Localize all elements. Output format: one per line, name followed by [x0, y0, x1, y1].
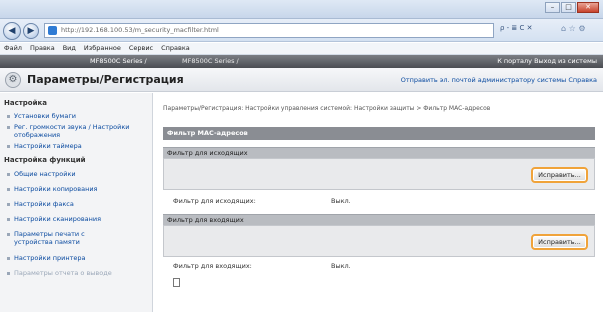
sidebar-item-printer[interactable]: Настройки принтера [7, 254, 148, 262]
sidebar-item-label: Параметры печати с устройства памяти [14, 230, 85, 246]
outgoing-filter-value: Выкл. [331, 197, 351, 205]
maximize-button[interactable]: □ [561, 2, 576, 13]
sidebar-item-scan[interactable]: Настройки сканирования [7, 215, 148, 223]
close-button[interactable]: ✕ [577, 2, 599, 13]
device-bar: MF8500C Series / MF8500C Series / К порт… [0, 55, 603, 68]
menu-file[interactable]: Файл [4, 43, 22, 54]
home-favorites-settings-icons[interactable]: ⌂ ☆ ⚙ [561, 24, 586, 33]
incoming-filter-value: Выкл. [331, 262, 351, 270]
outgoing-filter-label: Фильтр для исходящих: [173, 197, 256, 205]
main-content: Параметры/Регистрация: Настройки управле… [159, 93, 599, 312]
menu-favorites[interactable]: Избранное [84, 43, 121, 54]
sidebar-item-label: Настройки принтера [14, 254, 86, 262]
sidebar-section-setup: Настройка [4, 99, 47, 107]
address-url: http://192.168.100.53/m_security_macfilt… [61, 26, 219, 34]
browser-menubar: Файл Правка Вид Избранное Сервис Справка [0, 43, 603, 55]
menu-view[interactable]: Вид [63, 43, 76, 54]
sidebar-item-label: Рег. громкости звука / Настройки отображ… [14, 123, 130, 139]
back-icon[interactable]: ◀ [3, 22, 21, 40]
sidebar-item-memory-print[interactable]: Параметры печати с устройства памяти [7, 230, 118, 246]
sidebar-item-label: Параметры отчета о выводе [14, 269, 112, 277]
menu-help[interactable]: Справка [161, 43, 190, 54]
section-title-mac-filter: Фильтр MAC-адресов [163, 127, 595, 140]
outgoing-filter-header: Фильтр для исходящих [163, 147, 595, 158]
sidebar-item-label: Общие настройки [14, 170, 76, 178]
sidebar-item-volume-display[interactable]: Рег. громкости звука / Настройки отображ… [7, 123, 148, 139]
sidebar-item-timer[interactable]: Настройки таймера [7, 142, 148, 150]
incoming-filter-panel: Исправить... [163, 225, 595, 257]
incoming-filter-header: Фильтр для входящих [163, 214, 595, 225]
sidebar-item-label: Настройки сканирования [14, 215, 102, 223]
page-header: ⚙ Параметры/Регистрация Отправить эл. по… [0, 68, 603, 92]
browser-titlebar: – □ ✕ [0, 0, 603, 19]
edit-outgoing-button[interactable]: Исправить... [531, 167, 588, 183]
sidebar-item-paper[interactable]: Установки бумаги [7, 112, 148, 120]
outgoing-filter-panel: Исправить... [163, 158, 595, 190]
sidebar-item-copy[interactable]: Настройки копирования [7, 185, 148, 193]
breadcrumb: Параметры/Регистрация: Настройки управле… [163, 105, 491, 112]
site-icon [48, 26, 57, 35]
sidebar-item-fax[interactable]: Настройки факса [7, 200, 148, 208]
page-icon[interactable] [173, 278, 180, 287]
menu-edit[interactable]: Правка [30, 43, 55, 54]
minimize-button[interactable]: – [545, 2, 560, 13]
menu-tools[interactable]: Сервис [129, 43, 153, 54]
edit-incoming-button[interactable]: Исправить... [531, 234, 588, 250]
window-controls: – □ ✕ [545, 2, 599, 13]
sidebar-item-label: Настройки факса [14, 200, 74, 208]
portal-logout-links[interactable]: К порталу Выход из системы [497, 55, 597, 68]
page-title: Параметры/Регистрация [27, 73, 184, 86]
sidebar: Настройка Установки бумаги Рег. громкост… [0, 93, 153, 312]
header-links[interactable]: Отправить эл. почтой администратору сист… [401, 76, 597, 84]
device-model-path: MF8500C Series / [182, 57, 239, 65]
sidebar-item-label: Настройки копирования [14, 185, 98, 193]
sidebar-item-report[interactable]: Параметры отчета о выводе [7, 269, 148, 277]
settings-gear-icon: ⚙ [5, 72, 21, 88]
device-model: MF8500C Series / [90, 57, 147, 65]
forward-icon[interactable]: ▶ [23, 23, 39, 39]
address-tools[interactable]: ρ - ≣ C ✕ [500, 24, 533, 32]
sidebar-item-label: Настройки таймера [14, 142, 82, 150]
incoming-filter-label: Фильтр для входящих: [173, 262, 252, 270]
sidebar-section-functions: Настройка функций [4, 156, 86, 164]
sidebar-item-general[interactable]: Общие настройки [7, 170, 148, 178]
browser-navbar: ◀ ▶ http://192.168.100.53/m_security_mac… [0, 19, 603, 42]
address-bar[interactable]: http://192.168.100.53/m_security_macfilt… [44, 23, 494, 38]
sidebar-item-label: Установки бумаги [14, 112, 76, 120]
